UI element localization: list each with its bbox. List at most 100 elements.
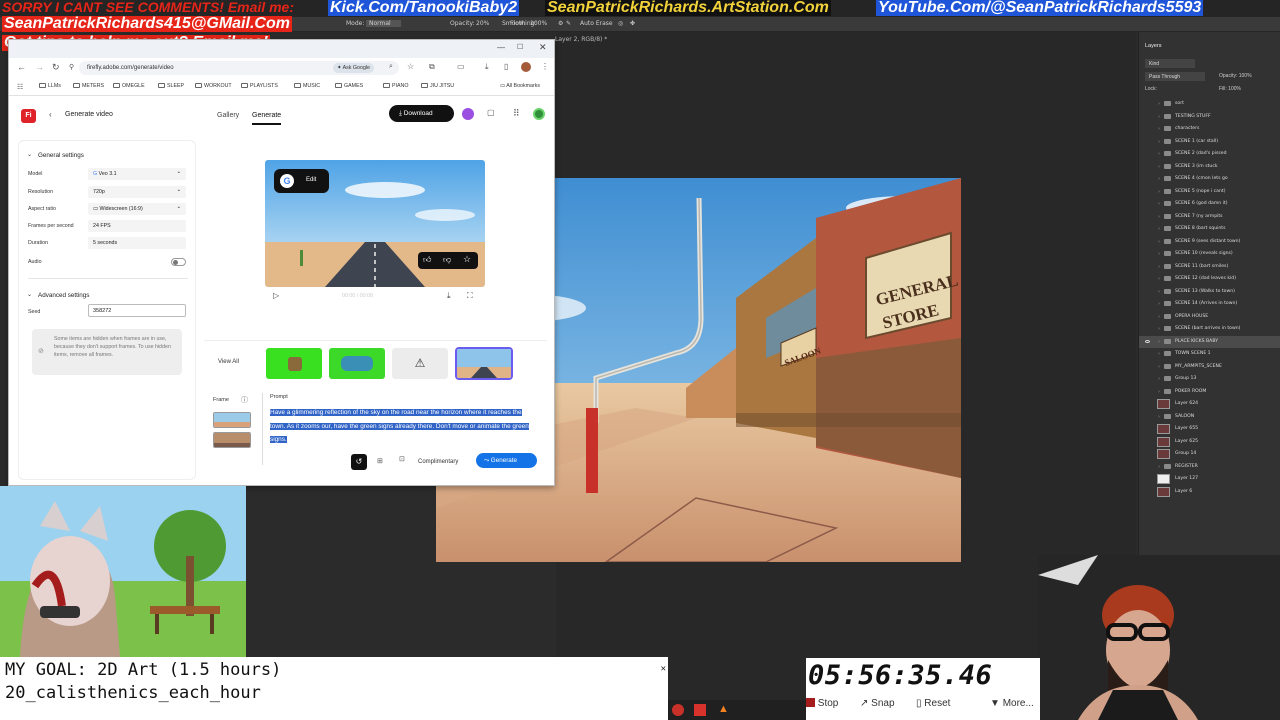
expand-arrow-icon[interactable]: › [1158, 114, 1160, 120]
all-bookmarks-link[interactable]: ▭ All Bookmarks [500, 83, 540, 89]
layer-row[interactable]: › SCENE 13 (Walks to town) [1139, 286, 1280, 299]
layer-row[interactable]: › SCENE (bart arrives in town) [1139, 323, 1280, 336]
close-goal-icon[interactable]: ✕ [661, 658, 666, 681]
generation-thumb-selected[interactable] [455, 347, 513, 380]
layer-row[interactable]: › REGISTER [1139, 461, 1280, 474]
downloads-icon[interactable]: ⤓ [485, 62, 489, 72]
expand-arrow-icon[interactable]: › [1158, 176, 1160, 182]
taskbar-app-icon-2[interactable] [694, 704, 706, 716]
back-icon[interactable]: ← [17, 62, 26, 72]
gear-icon[interactable]: ⚙ [558, 20, 563, 27]
eye-icon[interactable] [1145, 339, 1150, 343]
layer-row[interactable]: Layer 624 [1139, 398, 1280, 411]
fullscreen-icon[interactable]: ⛶ [467, 291, 473, 301]
layer-row[interactable]: › SCENE 12 (dad leaves kid) [1139, 273, 1280, 286]
layer-row[interactable]: › SCENE 11 (bart smiles) [1139, 261, 1280, 274]
expand-arrow-icon[interactable]: › [1158, 164, 1160, 170]
aspect-icon[interactable]: ⊞ [377, 457, 383, 465]
reset-button[interactable]: ▯ Reset [916, 698, 950, 709]
bookmark-star-icon[interactable]: ☆ [407, 62, 414, 71]
symmetry-icon[interactable]: ✤ [630, 20, 635, 27]
layer-row[interactable]: Layer 655 [1139, 423, 1280, 436]
tab-search-icon[interactable]: ▭ [457, 62, 465, 71]
layer-row[interactable]: › SCENE 2 (dad's pissed [1139, 148, 1280, 161]
frame-info-icon[interactable]: ⓘ [241, 395, 248, 405]
bookmark-llms[interactable]: LLMs [39, 83, 61, 89]
layer-row[interactable]: › SCENE 4 (cmon lets go [1139, 173, 1280, 186]
expand-arrow-icon[interactable]: › [1158, 351, 1160, 357]
taskbar-app-icon[interactable] [672, 704, 684, 716]
stop-button[interactable]: Stop [806, 698, 838, 709]
thumbs-down-icon[interactable]: 👎︎ [443, 255, 451, 265]
setting-select-frames-per-second[interactable]: 24 FPS [88, 220, 186, 232]
video-preview[interactable]: G Edit 👍︎ 👎︎ ☆ [265, 160, 485, 287]
chevron-down-icon-2[interactable]: ⌄ [27, 291, 32, 298]
opacity-value[interactable]: 20% [476, 20, 489, 27]
layer-row[interactable]: › characters [1139, 123, 1280, 136]
browser-menu-icon[interactable]: ⋮ [541, 62, 549, 71]
reload-icon[interactable]: ↻ [52, 62, 60, 73]
expand-arrow-icon[interactable]: › [1158, 339, 1160, 345]
document-tab[interactable]: Layer 2, RGB/8) * [555, 36, 607, 43]
forward-icon[interactable]: → [35, 62, 44, 72]
layer-row[interactable]: › Group 13 [1139, 373, 1280, 386]
expand-arrow-icon[interactable]: › [1158, 126, 1160, 132]
apps-grid-icon[interactable]: ☷ [17, 83, 23, 91]
seed-input[interactable]: 358272 [88, 304, 186, 317]
expand-arrow-icon[interactable]: › [1158, 139, 1160, 145]
setting-select-aspect-ratio[interactable]: ▭ Widescreen (16:9) ⌄ [88, 203, 186, 215]
layer-row[interactable]: › SCENE 3 (im stuck [1139, 161, 1280, 174]
bookmark-music[interactable]: MUSIC [294, 83, 320, 89]
maximize-icon[interactable]: ☐ [517, 43, 523, 51]
close-window-icon[interactable]: ✕ [539, 42, 547, 53]
view-all-link[interactable]: View All [218, 359, 239, 365]
setting-select-resolution[interactable]: 720p ⌄ [88, 186, 186, 198]
expand-arrow-icon[interactable]: › [1158, 464, 1160, 470]
blend-mode-select[interactable]: Pass Through [1145, 72, 1205, 81]
layer-row[interactable]: Layer 625 [1139, 436, 1280, 449]
site-info-icon[interactable]: ⚲ [69, 63, 74, 71]
tab-generate[interactable]: Generate [252, 112, 281, 119]
mode-select[interactable]: Normal [366, 20, 401, 27]
expand-arrow-icon[interactable]: › [1158, 326, 1160, 332]
generation-warning-thumb[interactable]: ⚠ [392, 348, 448, 379]
address-bar[interactable]: firefly.adobe.com/generate/video ✦ Ask G… [79, 61, 399, 75]
layer-row[interactable]: › SCENE 1 (car stall) [1139, 136, 1280, 149]
bookmark-workout[interactable]: WORKOUT [195, 83, 232, 89]
layer-row[interactable]: › OPERA HOUSE [1139, 311, 1280, 324]
layer-row[interactable]: › SCENE 10 (reveals signs) [1139, 248, 1280, 261]
style-icon[interactable]: ⊡ [399, 455, 405, 463]
extensions-icon[interactable]: ⧉ [429, 62, 435, 72]
side-panel-icon[interactable]: ▯ [504, 62, 508, 71]
layer-row[interactable]: › MY_ARMPITS_SCENE [1139, 361, 1280, 374]
expand-arrow-icon[interactable]: › [1158, 101, 1160, 107]
pressure-icon[interactable]: ◎ [618, 20, 623, 27]
layer-row[interactable]: › TESTING STUFF [1139, 111, 1280, 124]
expand-arrow-icon[interactable]: › [1158, 251, 1160, 257]
credits-icon[interactable] [462, 108, 474, 120]
bookmark-piano[interactable]: PIANO [383, 83, 408, 89]
firefly-logo[interactable]: Fi [21, 109, 36, 123]
play-icon[interactable]: ▷ [273, 291, 279, 300]
prompt-textarea[interactable]: Have a glimmering reflection of the sky … [270, 406, 535, 447]
style-label[interactable]: Complimentary [418, 459, 458, 465]
layer-row[interactable]: Layer 127 [1139, 473, 1280, 486]
app-switcher-icon[interactable]: ⠿ [513, 108, 520, 119]
back-arrow-icon[interactable]: ‹ [49, 110, 52, 119]
advanced-settings-heading[interactable]: Advanced settings [38, 292, 89, 299]
bookmark-playlists[interactable]: PLAYLISTS [241, 83, 278, 89]
edit-button[interactable]: G Edit [274, 169, 329, 193]
generation-thumb-2[interactable] [329, 348, 385, 379]
ask-google-button[interactable]: ✦ Ask Google [333, 63, 375, 73]
expand-arrow-icon[interactable]: › [1158, 389, 1160, 395]
thumbs-up-icon[interactable]: 👍︎ [423, 255, 431, 265]
expand-arrow-icon[interactable]: › [1158, 414, 1160, 420]
end-frame-thumb[interactable] [213, 432, 251, 448]
chevron-down-icon[interactable]: ⌄ [27, 151, 32, 158]
expand-arrow-icon[interactable]: › [1158, 376, 1160, 382]
download-button[interactable]: ⤓ Download [389, 105, 454, 122]
general-settings-heading[interactable]: General settings [38, 152, 84, 159]
layer-kind-filter[interactable]: Kind [1145, 59, 1195, 68]
bookmark-jiu-jitsu[interactable]: JIU JITSU [421, 83, 454, 89]
expand-arrow-icon[interactable]: › [1158, 201, 1160, 207]
